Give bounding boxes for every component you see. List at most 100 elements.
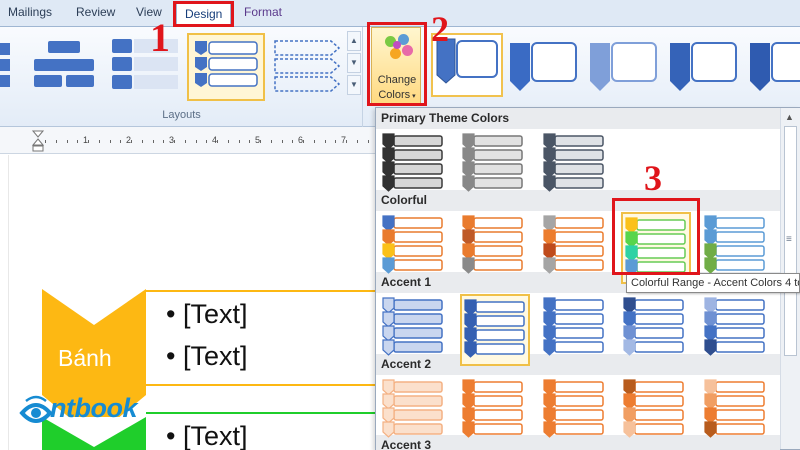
ruler-tick: [356, 140, 358, 143]
ruler-tick: [335, 140, 337, 143]
gallery-scroll-down-button[interactable]: ▼: [347, 53, 361, 73]
ruler-tick: [141, 140, 143, 143]
color-option[interactable]: [621, 294, 691, 366]
color-option-graphic: [462, 215, 523, 274]
ruler-tick: [163, 140, 165, 143]
layout-thumb-list[interactable]: [110, 35, 182, 97]
color-option-graphic: [464, 299, 525, 358]
color-option[interactable]: [380, 212, 450, 284]
layouts-group-label: Layouts: [162, 109, 201, 121]
ruler-tick: [195, 140, 197, 143]
section-primary-theme-colors: Primary Theme Colors: [376, 108, 780, 129]
horizontal-ruler[interactable]: 1 2 3 4 5 6 7: [0, 127, 375, 154]
ruler-tick: [131, 140, 132, 143]
ruler-tick: [260, 140, 261, 143]
tab-review[interactable]: Review: [76, 5, 115, 19]
ruler-tick: [292, 140, 294, 143]
layout-thumb-partial[interactable]: [0, 35, 14, 97]
ruler-tick: [174, 140, 175, 143]
chevron-up-icon: ▲: [350, 36, 358, 45]
layouts-group: ▲ ▼ ▼ Layouts: [0, 27, 363, 127]
color-option-graphic: [382, 133, 443, 192]
callout-number-2: 2: [431, 9, 449, 49]
style-thumb-5[interactable]: [748, 37, 800, 97]
ruler-tick: [184, 140, 186, 143]
color-option[interactable]: [621, 376, 691, 448]
ruler-tick: [313, 140, 315, 143]
chevron-up-icon[interactable]: ▲: [785, 112, 794, 122]
color-option[interactable]: [702, 294, 772, 366]
ruler-tick: [238, 140, 240, 143]
more-icon: ▼: [350, 80, 358, 89]
ntbook-logo-icon: [19, 395, 53, 423]
ruler-tick: [109, 140, 111, 143]
color-option[interactable]: [380, 294, 450, 366]
color-option-graphic: [704, 379, 765, 438]
color-option[interactable]: [460, 130, 530, 202]
bullet-text-2[interactable]: • [Text]: [166, 341, 247, 372]
style-thumb-2[interactable]: [508, 37, 580, 97]
gallery-more-button[interactable]: ▼: [347, 75, 361, 95]
ruler-tick: [367, 140, 369, 143]
ruler-tick: [281, 140, 283, 143]
logo-text: ntbook: [50, 393, 137, 423]
ruler-tick: [98, 140, 100, 143]
layout-thumb-arrow-list[interactable]: [273, 35, 343, 97]
change-colors-highlight: [367, 22, 427, 106]
ruler-tick: [88, 140, 89, 143]
colorful-range-highlight: [612, 198, 700, 275]
color-option[interactable]: [380, 376, 450, 448]
ruler-tick: [324, 140, 326, 143]
gallery-scroll-up-button[interactable]: ▲: [347, 31, 361, 51]
color-option-graphic: [462, 133, 523, 192]
color-option[interactable]: [541, 376, 611, 448]
color-option-graphic: [704, 215, 765, 274]
color-option[interactable]: [541, 212, 611, 284]
color-option-graphic: [704, 297, 765, 356]
color-option[interactable]: [460, 294, 530, 366]
indent-marker-icon[interactable]: [32, 130, 44, 152]
bullet-text-3[interactable]: • [Text]: [166, 421, 247, 450]
design-tab-highlight: [173, 1, 234, 27]
ruler-tick: [227, 140, 229, 143]
callout-number-3: 3: [644, 158, 662, 198]
ruler-tick: [346, 140, 347, 143]
color-option[interactable]: [460, 212, 530, 284]
smartart-shape-label[interactable]: Bánh: [58, 345, 112, 372]
style-thumb-3[interactable]: [588, 37, 660, 97]
color-option-graphic: [543, 379, 604, 438]
style-thumb-4[interactable]: [668, 37, 740, 97]
ruler-tick: [217, 140, 218, 143]
color-option-graphic: [543, 215, 604, 274]
ruler-tick: [45, 140, 46, 143]
chevron-down-icon: ▼: [350, 58, 358, 67]
color-option[interactable]: [541, 130, 611, 202]
color-option-graphic: [543, 133, 604, 192]
color-option-graphic: [382, 379, 443, 438]
color-option[interactable]: [460, 376, 530, 448]
color-option-graphic: [382, 215, 443, 274]
tab-mailings[interactable]: Mailings: [8, 5, 52, 19]
ruler-tick: [249, 140, 251, 143]
grip-icon: ≡: [786, 234, 792, 245]
ruler-tick: [120, 140, 122, 143]
ruler-tick: [152, 140, 154, 143]
color-option[interactable]: [380, 130, 450, 202]
color-option[interactable]: [541, 294, 611, 366]
color-option[interactable]: [702, 376, 772, 448]
ruler-tick: [303, 140, 304, 143]
color-option-graphic: [543, 297, 604, 356]
color-option-graphic: [623, 379, 684, 438]
ruler-tick: [55, 140, 57, 143]
ruler-tick: [206, 140, 208, 143]
tab-format[interactable]: Format: [244, 5, 282, 19]
layout-thumb-chevron-list[interactable]: [187, 33, 265, 101]
bullet-text-1[interactable]: • [Text]: [166, 299, 247, 330]
color-option-graphic: [382, 297, 443, 356]
layout-thumb-hierarchy[interactable]: [28, 35, 100, 97]
callout-number-1: 1: [150, 15, 170, 60]
color-option-graphic: [462, 379, 523, 438]
option-tooltip: Colorful Range - Accent Colors 4 to 5: [626, 273, 800, 293]
ruler-tick: [66, 140, 68, 143]
ruler-tick: [77, 140, 79, 143]
